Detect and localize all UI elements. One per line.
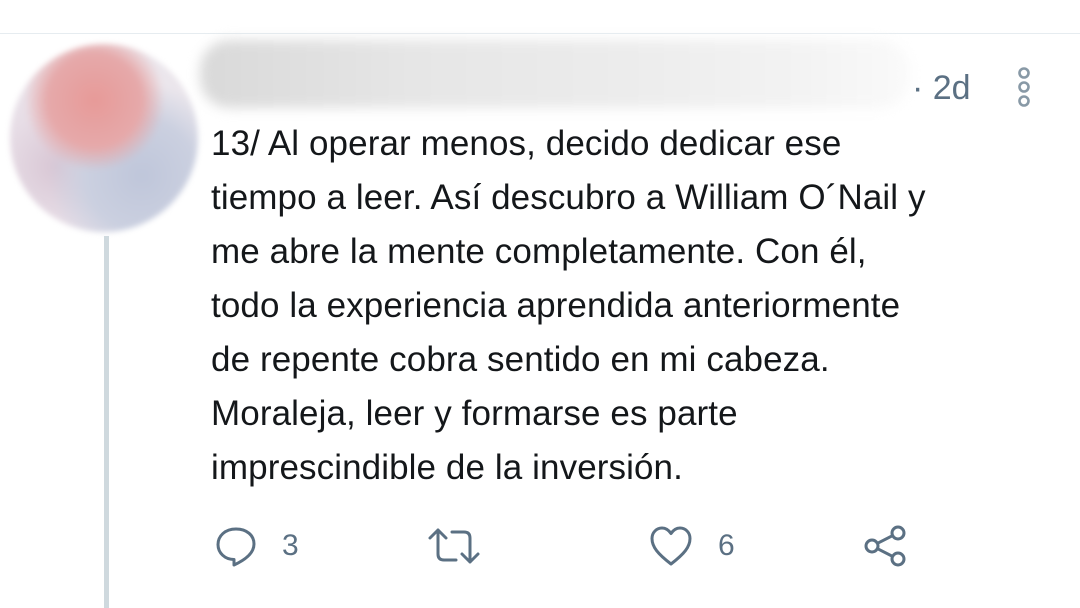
tweet-screen: · 2d 13/ Al operar menos, decido dedicar…	[0, 0, 1080, 608]
heart-icon	[650, 526, 692, 566]
reply-count: 3	[282, 529, 299, 562]
tweet-text: 13/ Al operar menos, decido dedicar ese …	[211, 124, 926, 487]
retweet-icon	[428, 528, 480, 564]
more-vertical-icon	[1018, 67, 1030, 107]
reply-icon	[216, 527, 256, 567]
like-count: 6	[718, 529, 735, 562]
like-button[interactable]: 6	[648, 518, 735, 574]
tweet-timestamp[interactable]: · 2d	[912, 68, 971, 108]
tweet-actions-bar: 3 6	[0, 518, 1080, 574]
more-options-button[interactable]	[1010, 66, 1038, 110]
share-icon	[864, 525, 906, 567]
reply-button[interactable]: 3	[214, 518, 299, 574]
top-divider	[0, 33, 1080, 34]
share-button[interactable]	[862, 518, 910, 574]
retweet-button[interactable]	[426, 518, 506, 574]
redacted-username[interactable]	[200, 40, 910, 108]
avatar[interactable]	[10, 44, 198, 232]
